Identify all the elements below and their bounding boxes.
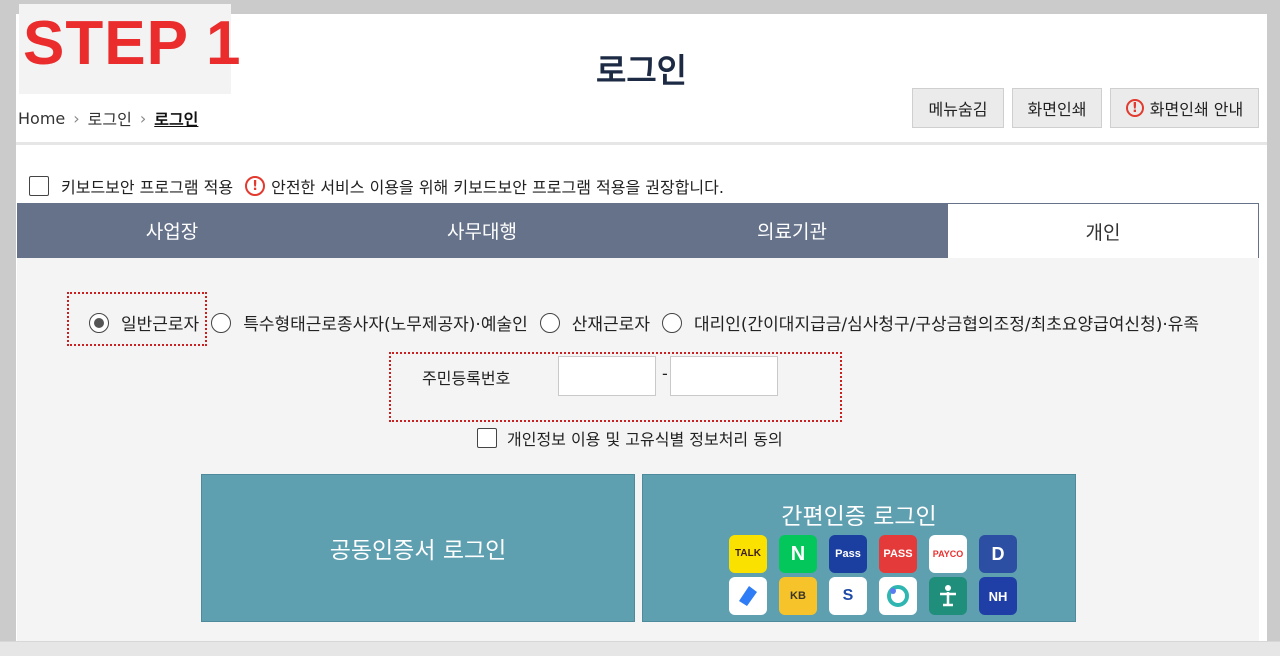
radio-button-selected[interactable] — [89, 312, 109, 333]
bottom-bar — [0, 641, 1280, 656]
keyboard-security-checkbox[interactable] — [29, 176, 49, 196]
rrn-second-input[interactable] — [670, 356, 778, 396]
radio-button[interactable] — [539, 312, 560, 333]
step-label-box: STEP 1 — [19, 4, 241, 94]
radio-label: 일반근로자 — [121, 315, 200, 335]
login-page: 로그인 Home › 로그인 › 로그인 메뉴숨김 화면인쇄 ! 화면인쇄 안내… — [16, 14, 1267, 655]
breadcrumb-home[interactable]: Home — [18, 109, 65, 128]
samsung-pass-icon[interactable]: Pass — [829, 535, 867, 573]
breadcrumb-current[interactable]: 로그인 — [154, 106, 198, 130]
chevron-right-icon: › — [73, 108, 80, 128]
top-buttons: 메뉴숨김 화면인쇄 ! 화면인쇄 안내 — [904, 88, 1259, 128]
kakaotalk-icon[interactable]: TALK — [729, 535, 767, 573]
user-type-radios: 일반근로자 특수형태근로종사자(노무제공자)·예술인 산재근로자 대리인(간이대… — [89, 310, 1211, 335]
toss-icon[interactable] — [729, 577, 767, 615]
step-label: STEP 1 — [23, 9, 242, 78]
kb-bank-icon[interactable]: KB — [779, 577, 817, 615]
auth-provider-grid: TALK N Pass PASS PAYCO D KB S NH — [729, 535, 1017, 615]
radio-agent[interactable]: 대리인(간이대지급금/심사청구/구상금협의조정/최초요양급여신청)·유족 — [661, 310, 1200, 335]
divider — [16, 142, 1267, 145]
privacy-agree-label: 개인정보 이용 및 고유식별 정보처리 동의 — [507, 430, 783, 449]
warning-icon: ! — [1125, 99, 1144, 117]
breadcrumb: Home › 로그인 › 로그인 — [18, 106, 198, 130]
hide-menu-button[interactable]: 메뉴숨김 — [912, 88, 1004, 128]
radio-label: 산재근로자 — [571, 315, 650, 335]
tab-business[interactable]: 사업장 — [17, 203, 327, 258]
radio-injured-worker[interactable]: 산재근로자 — [539, 310, 650, 335]
shinhan-bank-icon[interactable]: S — [829, 577, 867, 615]
radio-label: 대리인(간이대지급금/심사청구/구상금협의조정/최초요양급여신청)·유족 — [693, 315, 1200, 335]
tab-medical[interactable]: 의료기관 — [637, 203, 947, 258]
rrn-separator: - — [662, 364, 668, 383]
tab-personal[interactable]: 개인 — [947, 203, 1259, 258]
radio-button[interactable] — [211, 312, 232, 333]
chevron-right-icon: › — [139, 108, 147, 128]
personal-login-panel: 일반근로자 특수형태근로종사자(노무제공자)·예술인 산재근로자 대리인(간이대… — [17, 258, 1259, 655]
print-guide-button[interactable]: ! 화면인쇄 안내 — [1110, 88, 1259, 128]
print-button[interactable]: 화면인쇄 — [1012, 88, 1102, 128]
keyboard-security-notice: 안전한 서비스 이용을 위해 키보드보안 프로그램 적용을 권장합니다. — [271, 178, 724, 197]
simple-auth-label: 간편인증 로그인 — [781, 504, 937, 530]
simple-auth-login-button[interactable]: 간편인증 로그인 TALK N Pass PASS PAYCO D KB S N… — [642, 474, 1076, 622]
print-guide-label: 화면인쇄 안내 — [1149, 100, 1244, 119]
certificate-login-button[interactable]: 공동인증서 로그인 — [201, 474, 635, 622]
nh-bank-icon[interactable]: NH — [979, 577, 1017, 615]
tab-agency[interactable]: 사무대행 — [327, 203, 637, 258]
banksalad-icon[interactable] — [879, 577, 917, 615]
keyboard-security-label: 키보드보안 프로그램 적용 — [61, 178, 234, 197]
hana-bank-icon[interactable] — [929, 577, 967, 615]
radio-label: 특수형태근로종사자(노무제공자)·예술인 — [243, 315, 528, 335]
dream-shield-icon[interactable]: D — [979, 535, 1017, 573]
login-tabs: 사업장 사무대행 의료기관 개인 — [17, 203, 1259, 258]
radio-general-worker[interactable]: 일반근로자 — [89, 310, 199, 335]
rrn-label: 주민등록번호 — [422, 369, 511, 388]
keyboard-security-row: 키보드보안 프로그램 적용 ! 안전한 서비스 이용을 위해 키보드보안 프로그… — [29, 174, 724, 198]
rrn-first-input[interactable] — [558, 356, 656, 396]
payco-icon[interactable]: PAYCO — [929, 535, 967, 573]
radio-button[interactable] — [661, 312, 682, 333]
breadcrumb-login[interactable]: 로그인 — [88, 106, 132, 130]
privacy-agree-checkbox[interactable] — [477, 428, 497, 448]
pass-icon[interactable]: PASS — [879, 535, 917, 573]
radio-special-worker[interactable]: 특수형태근로종사자(노무제공자)·예술인 — [211, 310, 528, 335]
privacy-agree-row: 개인정보 이용 및 고유식별 정보처리 동의 — [477, 426, 783, 450]
naver-icon[interactable]: N — [779, 535, 817, 573]
warning-icon: ! — [245, 176, 266, 196]
certificate-login-label: 공동인증서 로그인 — [329, 538, 507, 564]
